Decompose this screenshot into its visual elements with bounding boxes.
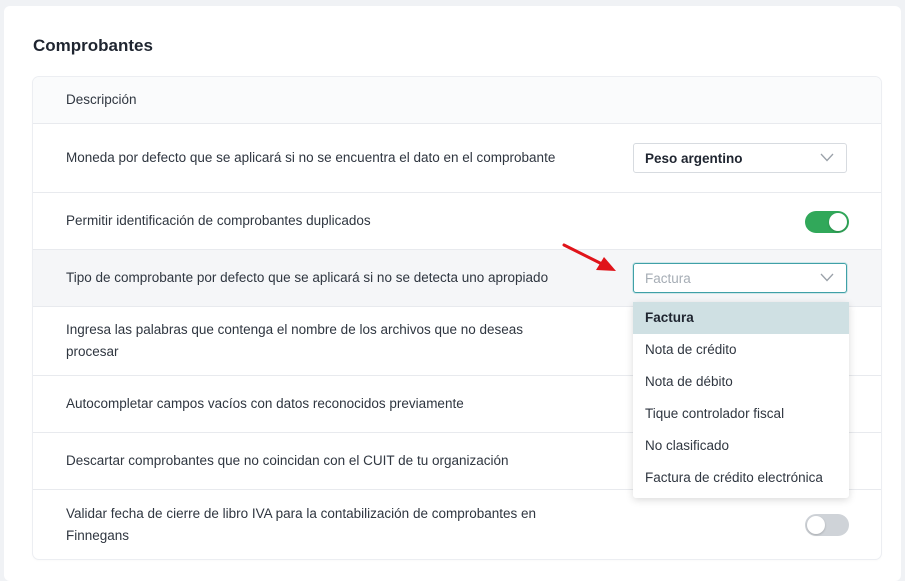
row-label: Descartar comprobantes que no coincidan … (66, 453, 509, 468)
chevron-down-icon (820, 153, 834, 162)
row-label: Tipo de comprobante por defecto que se a… (66, 270, 549, 285)
row-label: Autocompletar campos vacíos con datos re… (66, 396, 464, 411)
table-row-iva: Validar fecha de cierre de libro IVA par… (33, 490, 881, 559)
voucher-type-select[interactable]: Factura (633, 263, 847, 293)
dropdown-option[interactable]: Factura (633, 302, 849, 334)
currency-select[interactable]: Peso argentino (633, 143, 847, 173)
row-label: Ingresa las palabras que contenga el nom… (66, 322, 524, 359)
red-arrow-icon (562, 243, 616, 271)
voucher-type-select-value: Factura (645, 270, 691, 286)
dropdown-option[interactable]: No clasificado (633, 430, 849, 462)
table-row-tipo-comprobante: Tipo de comprobante por defecto que se a… (33, 250, 881, 307)
toggle-knob (807, 516, 825, 534)
column-header-descripcion: Descripción (66, 92, 137, 107)
row-label: Validar fecha de cierre de libro IVA par… (66, 505, 537, 543)
dropdown-option[interactable]: Tique controlador fiscal (633, 398, 849, 430)
dropdown-option[interactable]: Factura de crédito electrónica (633, 462, 849, 494)
currency-select-value: Peso argentino (645, 150, 743, 166)
table-header-row: Descripción (33, 77, 881, 124)
duplicates-toggle[interactable] (805, 211, 849, 233)
table-row-duplicados: Permitir identificación de comprobantes … (33, 193, 881, 250)
row-label: Permitir identificación de comprobantes … (66, 213, 371, 228)
chevron-down-icon (820, 273, 834, 282)
toggle-knob (829, 213, 847, 231)
dropdown-option[interactable]: Nota de crédito (633, 334, 849, 366)
voucher-type-dropdown: Factura Nota de crédito Nota de débito T… (633, 302, 849, 498)
section-title: Comprobantes (33, 36, 153, 55)
row-label: Moneda por defecto que se aplicará si no… (66, 150, 556, 165)
iva-validation-toggle[interactable] (805, 514, 849, 536)
table-row-moneda: Moneda por defecto que se aplicará si no… (33, 124, 881, 193)
dropdown-option[interactable]: Nota de débito (633, 366, 849, 398)
